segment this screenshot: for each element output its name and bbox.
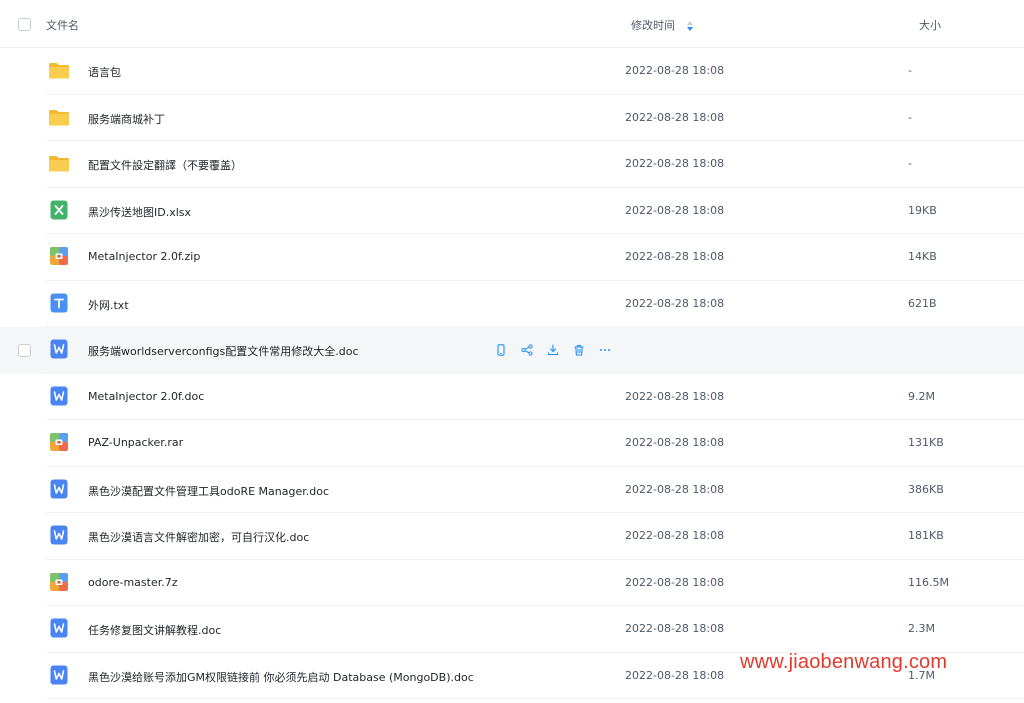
- folder-icon: [48, 59, 70, 81]
- file-modified-time: 2022-08-28 18:08: [625, 250, 725, 263]
- file-list-header: 文件名 修改时间 大小: [0, 0, 1024, 48]
- download-icon[interactable]: [544, 341, 562, 359]
- file-size: 19KB: [908, 203, 937, 217]
- file-name[interactable]: 黑色沙漠配置文件管理工具odoRE Manager.doc: [88, 483, 329, 499]
- file-size: 621B: [908, 296, 937, 310]
- sort-icon[interactable]: [686, 20, 694, 32]
- file-name[interactable]: 黑色沙漠语言文件解密加密，可自行汉化.doc: [88, 529, 309, 545]
- delete-icon[interactable]: [570, 341, 588, 359]
- file-modified-time: 2022-08-28 18:08: [625, 157, 725, 170]
- file-modified-time: 2022-08-28 18:08: [625, 622, 725, 635]
- file-row[interactable]: 语言包 2022-08-28 18:08 -: [0, 48, 1024, 95]
- file-size: 2.3M: [908, 622, 935, 635]
- file-size: 181KB: [908, 529, 944, 542]
- file-name[interactable]: 配置文件設定翻譯（不要覆盖）: [88, 157, 242, 173]
- file-row[interactable]: 服务端worldserverconfigs配置文件常用修改大全.doc: [0, 327, 1024, 374]
- file-name[interactable]: 服务端商城补丁: [88, 111, 165, 127]
- word-doc-icon: [48, 617, 70, 639]
- file-row[interactable]: 外网.txt 2022-08-28 18:08 621B: [0, 281, 1024, 328]
- file-name[interactable]: odore-master.7z: [88, 576, 178, 589]
- file-name[interactable]: MetaInjector 2.0f.doc: [88, 390, 204, 403]
- file-name[interactable]: 黑色沙漠给账号添加GM权限链接前 你必须先启动 Database (MongoD…: [88, 669, 474, 685]
- file-name[interactable]: 黑沙传送地图ID.xlsx: [88, 204, 191, 220]
- word-doc-icon: [48, 385, 70, 407]
- file-modified-time: 2022-08-28 18:08: [625, 436, 725, 449]
- file-size: 131KB: [908, 436, 944, 449]
- file-modified-time: 2022-08-28 18:08: [625, 296, 725, 310]
- file-size: 116.5M: [908, 575, 949, 589]
- archive-file-icon: [48, 245, 70, 267]
- archive-file-icon: [48, 431, 70, 453]
- more-icon[interactable]: [596, 341, 614, 359]
- file-name[interactable]: 任务修复图文讲解教程.doc: [88, 622, 221, 638]
- text-file-icon: [48, 292, 70, 314]
- word-doc-icon: [48, 478, 70, 500]
- file-row[interactable]: 任务修复图文讲解教程.doc 2022-08-28 18:08 2.3M: [0, 606, 1024, 653]
- file-modified-time: 2022-08-28 18:08: [625, 668, 725, 682]
- file-row[interactable]: 服务端商城补丁 2022-08-28 18:08 -: [0, 95, 1024, 142]
- file-modified-time: 2022-08-28 18:08: [625, 482, 725, 496]
- row-checkbox[interactable]: [18, 344, 31, 357]
- file-row[interactable]: 黑沙传送地图ID.xlsx 2022-08-28 18:08 19KB: [0, 188, 1024, 235]
- column-header-size[interactable]: 大小: [919, 17, 941, 33]
- folder-icon: [48, 106, 70, 128]
- column-header-time[interactable]: 修改时间: [631, 17, 694, 33]
- file-modified-time: 2022-08-28 18:08: [625, 529, 725, 542]
- file-name[interactable]: 服务端worldserverconfigs配置文件常用修改大全.doc: [88, 343, 359, 359]
- file-row[interactable]: PAZ-Unpacker.rar 2022-08-28 18:08 131KB: [0, 420, 1024, 467]
- file-list: 语言包 2022-08-28 18:08 - 服务端商城补丁 2022-08-28 18…: [0, 48, 1024, 699]
- file-row[interactable]: odore-master.7z 2022-08-28 18:08 116.5M: [0, 560, 1024, 607]
- phone-icon[interactable]: [492, 341, 510, 359]
- row-actions: [492, 341, 614, 359]
- file-modified-time: 2022-08-28 18:08: [625, 203, 725, 217]
- file-size: -: [908, 157, 912, 170]
- column-header-name[interactable]: 文件名: [46, 17, 79, 33]
- file-modified-time: 2022-08-28 18:08: [625, 64, 725, 77]
- file-name[interactable]: PAZ-Unpacker.rar: [88, 436, 183, 449]
- file-modified-time: 2022-08-28 18:08: [625, 110, 725, 124]
- watermark: www.jiaobenwang.com: [740, 651, 948, 673]
- column-header-time-label: 修改时间: [631, 19, 675, 32]
- file-row[interactable]: MetaInjector 2.0f.doc 2022-08-28 18:08 9.2…: [0, 374, 1024, 421]
- archive-file-icon: [48, 571, 70, 593]
- file-row[interactable]: 黑色沙漠语言文件解密加密，可自行汉化.doc 2022-08-28 18:08 18…: [0, 513, 1024, 560]
- file-size: -: [908, 64, 912, 77]
- file-size: 9.2M: [908, 389, 935, 403]
- file-name[interactable]: 语言包: [88, 64, 121, 80]
- file-row[interactable]: 配置文件設定翻譯（不要覆盖） 2022-08-28 18:08 -: [0, 141, 1024, 188]
- file-modified-time: 2022-08-28 18:08: [625, 389, 725, 403]
- word-doc-icon: [48, 338, 70, 360]
- share-icon[interactable]: [518, 341, 536, 359]
- file-name[interactable]: 外网.txt: [88, 297, 129, 313]
- file-row[interactable]: 黑色沙漠配置文件管理工具odoRE Manager.doc 2022-08-28 …: [0, 467, 1024, 514]
- file-name[interactable]: MetaInjector 2.0f.zip: [88, 250, 200, 263]
- file-size: 386KB: [908, 482, 944, 496]
- word-doc-icon: [48, 524, 70, 546]
- file-row[interactable]: MetaInjector 2.0f.zip 2022-08-28 18:08 14K…: [0, 234, 1024, 281]
- word-doc-icon: [48, 664, 70, 686]
- select-all-checkbox[interactable]: [18, 18, 31, 31]
- folder-icon: [48, 152, 70, 174]
- file-size: -: [908, 110, 912, 124]
- file-size: 14KB: [908, 250, 937, 263]
- file-modified-time: 2022-08-28 18:08: [625, 575, 725, 589]
- excel-file-icon: [48, 199, 70, 221]
